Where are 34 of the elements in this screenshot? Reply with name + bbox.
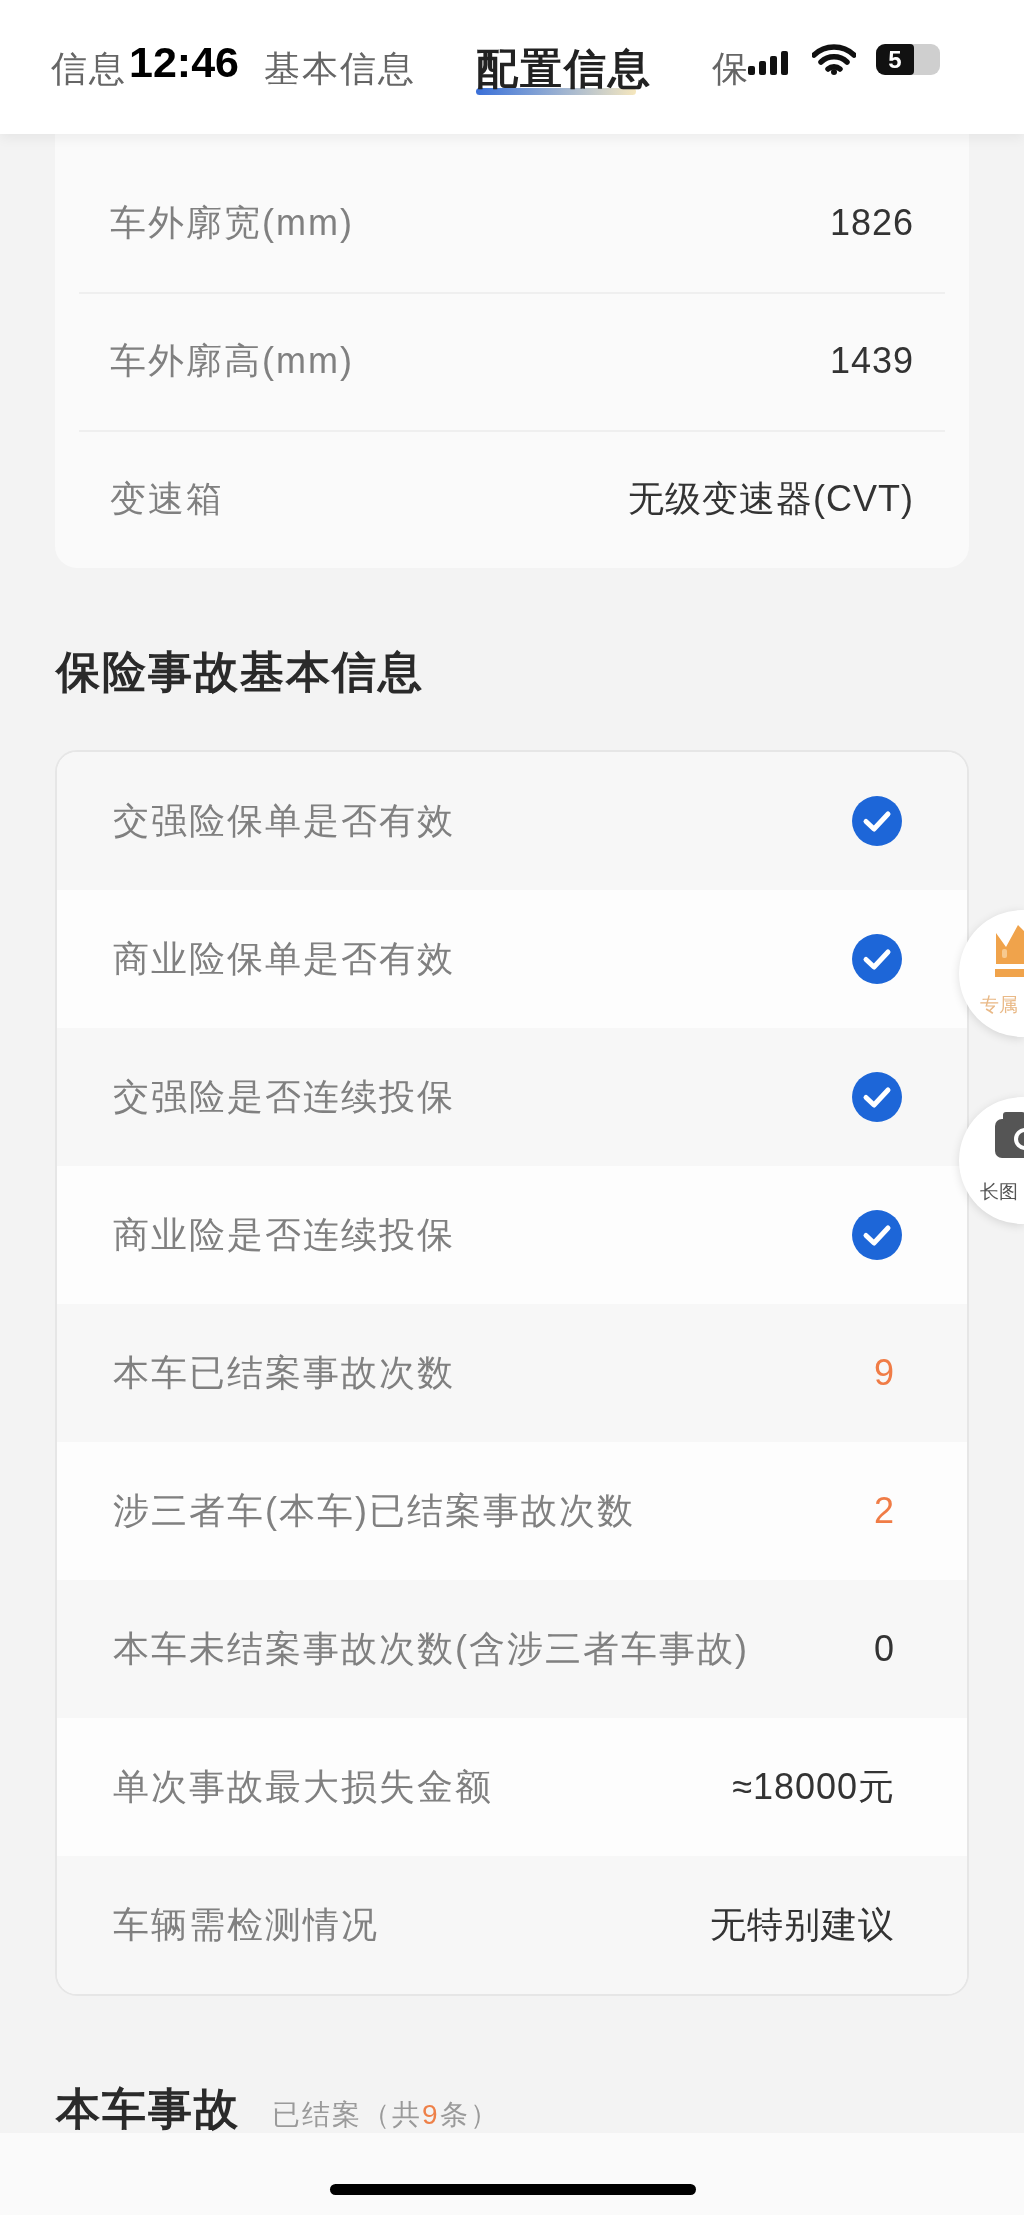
battery-indicator: 5 <box>876 44 940 75</box>
accident-count-note: 已结案（共9条） <box>272 2098 500 2132</box>
row-value: 2 <box>873 1489 895 1533</box>
signal-icon <box>748 51 788 75</box>
row-label: 本车已结案事故次数 <box>113 1351 455 1395</box>
crown-icon <box>995 923 1024 978</box>
tab[interactable]: 保 <box>712 43 750 95</box>
wifi-icon <box>812 44 856 75</box>
row-label: 商业险保单是否有效 <box>113 937 455 981</box>
row-value: 无特别建议 <box>710 1903 895 1947</box>
row-label: 本车未结案事故次数(含涉三者车事故) <box>113 1627 749 1671</box>
row-label: 涉三者车(本车)已结案事故次数 <box>113 1489 635 1533</box>
row-value: 无级变速器(CVT) <box>628 477 914 521</box>
row-label: 车外廓高(mm) <box>110 339 354 383</box>
row-label: 变速箱 <box>110 477 224 521</box>
floating-button[interactable]: 长图 <box>959 1097 1024 1224</box>
camera-icon <box>995 1110 1024 1158</box>
status-time: 12:46 <box>129 38 239 86</box>
tab[interactable]: 信息 <box>51 43 127 95</box>
row-value: 0 <box>873 1627 895 1671</box>
row-label: 商业险是否连续投保 <box>113 1213 455 1257</box>
section-title: 保险事故基本信息 <box>56 646 424 698</box>
section-title: 本车事故 <box>56 2084 240 2134</box>
row-label: 交强险是否连续投保 <box>113 1075 455 1119</box>
row-label: 车外廓宽(mm) <box>110 201 354 245</box>
row-value: ≈18000元 <box>732 1765 895 1809</box>
tab[interactable]: 配置信息 <box>476 43 652 95</box>
row-value: 1439 <box>829 339 914 383</box>
tab[interactable]: 基本信息 <box>264 43 416 95</box>
row-label: 单次事故最大损失金额 <box>113 1765 493 1809</box>
row-label: 交强险保单是否有效 <box>113 799 455 843</box>
row-value: 9 <box>873 1351 895 1395</box>
row-value: 1826 <box>829 201 914 245</box>
row-label: 车辆需检测情况 <box>113 1903 379 1947</box>
